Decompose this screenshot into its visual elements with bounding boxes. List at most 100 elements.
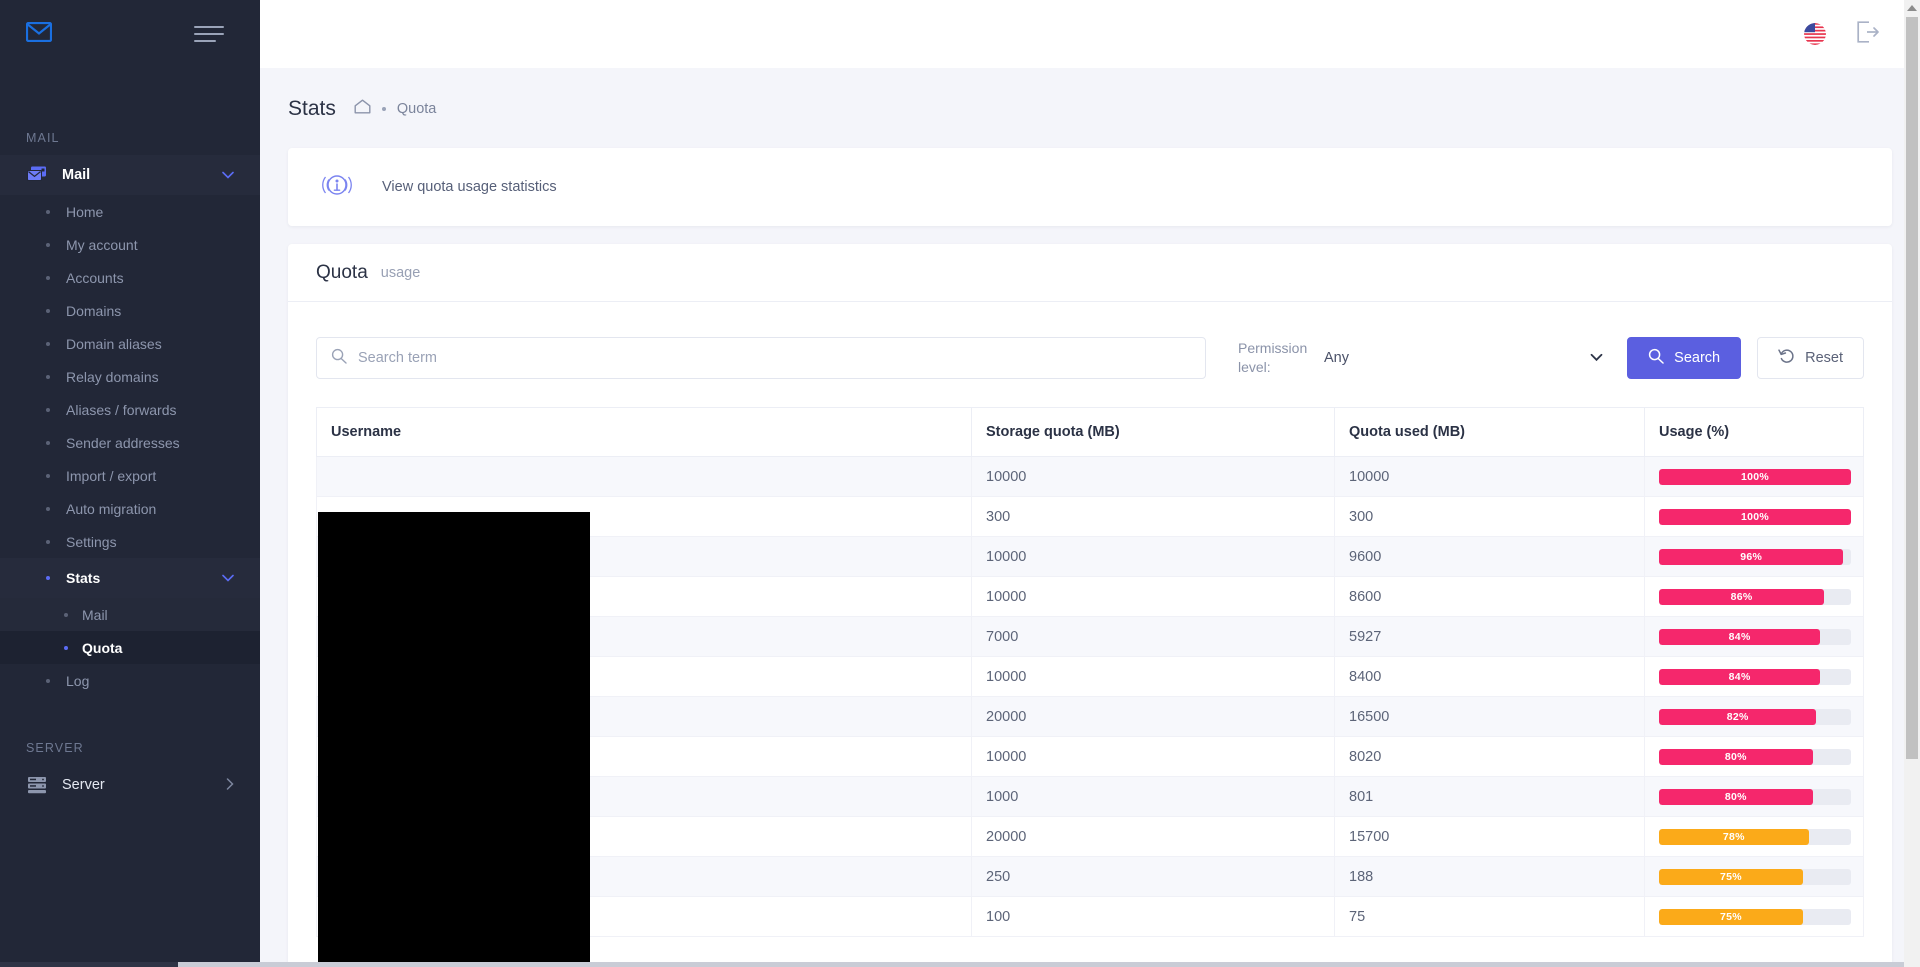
filter-toolbar: Permission level: Any bbox=[288, 302, 1892, 407]
column-header-quota-used[interactable]: Quota used (MB) bbox=[1334, 407, 1645, 457]
cell-usage: 78% bbox=[1644, 816, 1864, 857]
sidebar-group-stats-label: Stats bbox=[66, 570, 101, 586]
sidebar-section-mail: MAIL bbox=[26, 131, 60, 145]
bullet-icon bbox=[46, 242, 50, 247]
usage-progress-bar: 84% bbox=[1659, 628, 1851, 645]
permission-level-select[interactable]: Any bbox=[1324, 338, 1611, 378]
horizontal-scrollbar-track[interactable] bbox=[178, 962, 1904, 967]
sidebar-item-domain-aliases[interactable]: Domain aliases bbox=[0, 327, 260, 360]
sidebar-item-sender-addresses[interactable]: Sender addresses bbox=[0, 426, 260, 459]
cell-quota-used: 15700 bbox=[1334, 816, 1645, 857]
page-header: Stats Quota bbox=[260, 68, 1920, 128]
sidebar-item-label: Mail bbox=[82, 606, 108, 623]
sidebar: MAIL Mail Home My account Accounts Domai… bbox=[0, 0, 260, 967]
reset-button-label: Reset bbox=[1805, 350, 1843, 366]
vertical-scrollbar[interactable] bbox=[1904, 0, 1920, 967]
horizontal-scrollbar[interactable] bbox=[0, 955, 1920, 967]
server-icon bbox=[26, 774, 48, 796]
sidebar-item-label: Aliases / forwards bbox=[66, 401, 177, 418]
usage-progress-bar: 86% bbox=[1659, 588, 1851, 605]
quota-card-subtitle: usage bbox=[380, 264, 421, 281]
sidebar-item-settings[interactable]: Settings bbox=[0, 525, 260, 558]
cell-storage-quota: 20000 bbox=[971, 696, 1335, 737]
sidebar-item-stats-mail[interactable]: Mail bbox=[0, 598, 260, 631]
logout-icon[interactable] bbox=[1856, 20, 1880, 48]
permission-level-value: Any bbox=[1324, 350, 1349, 366]
quota-card-header: Quota usage bbox=[288, 244, 1892, 302]
search-button[interactable]: Search bbox=[1627, 337, 1742, 379]
cell-usage: 100% bbox=[1644, 456, 1864, 497]
home-icon[interactable] bbox=[354, 99, 371, 119]
usage-progress-bar: 75% bbox=[1659, 868, 1851, 885]
column-header-username[interactable]: Username bbox=[316, 407, 972, 457]
sidebar-item-label: Sender addresses bbox=[66, 434, 180, 451]
sidebar-item-accounts[interactable]: Accounts bbox=[0, 261, 260, 294]
bullet-icon bbox=[46, 576, 50, 580]
sidebar-item-label: Log bbox=[66, 672, 90, 689]
column-header-usage[interactable]: Usage (%) bbox=[1644, 407, 1864, 457]
usage-progress-label: 80% bbox=[1724, 790, 1747, 803]
reset-button[interactable]: Reset bbox=[1757, 337, 1864, 379]
sidebar-group-mail[interactable]: Mail bbox=[0, 155, 260, 195]
sidebar-group-server-label: Server bbox=[62, 777, 105, 793]
permission-level-filter: Permission level: Any bbox=[1238, 338, 1611, 378]
quota-card-title: Quota bbox=[316, 261, 368, 283]
vertical-scrollbar-thumb[interactable] bbox=[1906, 17, 1918, 759]
cell-storage-quota: 300 bbox=[971, 496, 1335, 537]
sidebar-item-auto-migration[interactable]: Auto migration bbox=[0, 492, 260, 525]
sidebar-item-label: Home bbox=[66, 203, 104, 220]
usage-progress-bar: 100% bbox=[1659, 468, 1851, 485]
search-input[interactable] bbox=[358, 350, 1191, 366]
cell-quota-used: 8020 bbox=[1334, 736, 1645, 777]
sidebar-item-import-export[interactable]: Import / export bbox=[0, 459, 260, 492]
cell-storage-quota: 10000 bbox=[971, 736, 1335, 777]
bullet-icon bbox=[46, 473, 50, 478]
chevron-down-icon[interactable] bbox=[1590, 351, 1603, 365]
column-header-storage-quota[interactable]: Storage quota (MB) bbox=[971, 407, 1335, 457]
sidebar-item-relay-domains[interactable]: Relay domains bbox=[0, 360, 260, 393]
sidebar-group-server[interactable]: Server bbox=[0, 765, 260, 805]
horizontal-scrollbar-thumb[interactable] bbox=[0, 962, 178, 967]
cell-quota-used: 75 bbox=[1334, 896, 1645, 937]
cell-usage: 80% bbox=[1644, 736, 1864, 777]
hamburger-icon[interactable] bbox=[194, 23, 224, 45]
cell-usage: 96% bbox=[1644, 536, 1864, 577]
sidebar-item-domains[interactable]: Domains bbox=[0, 294, 260, 327]
cell-quota-used: 300 bbox=[1334, 496, 1645, 537]
breadcrumb-current[interactable]: Quota bbox=[397, 101, 437, 117]
undo-icon bbox=[1778, 348, 1795, 368]
us-flag-icon[interactable] bbox=[1804, 23, 1826, 45]
chevron-right-icon[interactable] bbox=[226, 778, 234, 792]
cell-quota-used: 5927 bbox=[1334, 616, 1645, 657]
search-icon bbox=[1648, 348, 1664, 368]
search-field-wrapper[interactable] bbox=[316, 337, 1206, 379]
cell-quota-used: 188 bbox=[1334, 856, 1645, 897]
envelope-icon[interactable] bbox=[25, 21, 53, 47]
cell-quota-used: 8600 bbox=[1334, 576, 1645, 617]
bullet-icon bbox=[46, 506, 50, 511]
cell-storage-quota: 7000 bbox=[971, 616, 1335, 657]
cell-usage: 80% bbox=[1644, 776, 1864, 817]
usage-progress-label: 100% bbox=[1740, 470, 1770, 483]
bullet-icon bbox=[46, 539, 50, 544]
sidebar-item-home[interactable]: Home bbox=[0, 195, 260, 228]
sidebar-item-aliases-forwards[interactable]: Aliases / forwards bbox=[0, 393, 260, 426]
breadcrumb-separator-icon bbox=[381, 107, 386, 111]
scroll-up-arrow-icon[interactable] bbox=[1907, 5, 1917, 11]
cell-storage-quota: 10000 bbox=[971, 456, 1335, 497]
sidebar-group-stats[interactable]: Stats bbox=[0, 558, 260, 598]
sidebar-item-my-account[interactable]: My account bbox=[0, 228, 260, 261]
info-banner-text: View quota usage statistics bbox=[382, 179, 557, 195]
chevron-down-icon[interactable] bbox=[222, 571, 234, 585]
sidebar-section-server: SERVER bbox=[26, 741, 84, 755]
sidebar-item-label: Domain aliases bbox=[66, 335, 162, 352]
sidebar-item-log[interactable]: Log bbox=[0, 664, 260, 697]
sidebar-item-label: My account bbox=[66, 236, 138, 253]
cell-quota-used: 9600 bbox=[1334, 536, 1645, 577]
cell-usage: 82% bbox=[1644, 696, 1864, 737]
chevron-down-icon[interactable] bbox=[222, 169, 234, 181]
table-header-row: Username Storage quota (MB) Quota used (… bbox=[316, 407, 1864, 457]
sidebar-item-stats-quota[interactable]: Quota bbox=[0, 631, 260, 664]
cell-storage-quota: 20000 bbox=[971, 816, 1335, 857]
table-row[interactable]: 10000 10000 100% bbox=[316, 456, 1864, 497]
